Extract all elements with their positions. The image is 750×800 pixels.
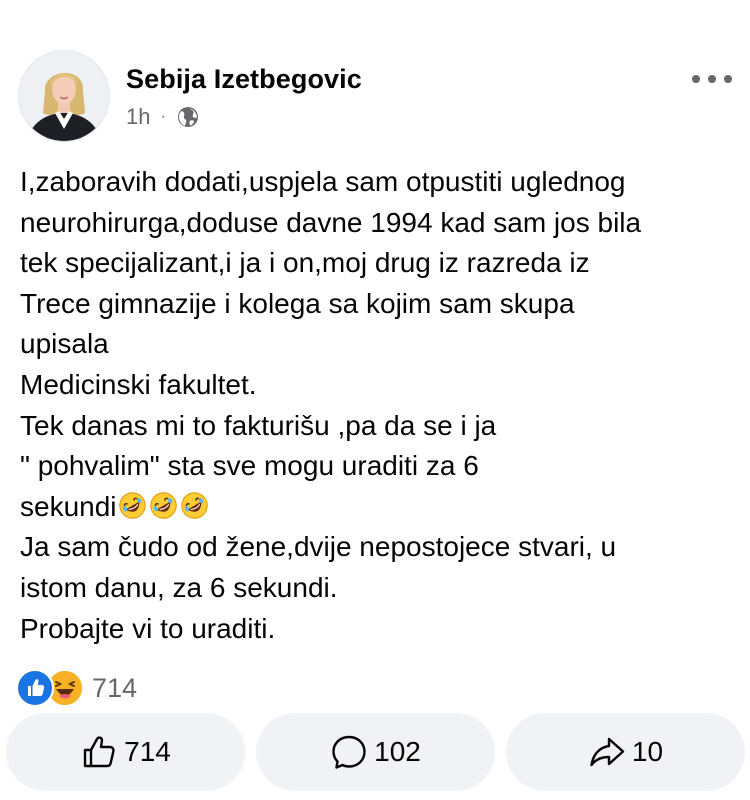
more-horizontal-icon — [692, 75, 700, 83]
more-dot — [708, 75, 716, 83]
rolling-on-floor-laughing-emoji — [149, 492, 177, 519]
post-time[interactable]: 1h — [126, 104, 150, 130]
share-arrow-icon — [590, 737, 625, 767]
post-line-text: sekundi — [20, 490, 117, 522]
post-line: istom danu, za 6 sekundi. — [20, 571, 338, 603]
post-line: Tek danas mi to fakturišu ,pa da se i ja — [20, 409, 497, 441]
reaction-count: 714 — [92, 672, 138, 703]
reactions-summary[interactable]: 714 — [16, 669, 138, 707]
share-count: 10 — [631, 736, 664, 767]
post-line: " pohvalim" sta sve mogu uraditi za 6 — [20, 450, 479, 482]
globe-icon[interactable] — [176, 105, 200, 129]
avatar-photo — [19, 51, 109, 141]
rolling-on-floor-laughing-emoji — [118, 492, 146, 519]
share-button[interactable]: 10 — [506, 713, 745, 791]
thumbs-up-icon — [83, 736, 115, 768]
post-line: I,zaboravih dodati,uspjela sam otpustiti… — [20, 166, 626, 197]
like-button[interactable]: 714 — [6, 713, 245, 791]
post-line: upisala — [20, 328, 109, 360]
post-header: Sebija Izetbegovic 1h · — [0, 0, 750, 150]
post-line: Probajte vi to uraditi. — [20, 612, 276, 644]
emoji-row — [118, 491, 211, 520]
post-line: Medicinski fakultet. — [20, 368, 257, 400]
like-reaction-icon — [16, 669, 54, 707]
like-count: 714 — [124, 736, 171, 767]
post-line: Ja sam čudo od žene,dvije nepostojece st… — [20, 531, 617, 563]
post-meta: 1h · — [126, 103, 200, 131]
action-bar: 714 102 10 — [6, 713, 745, 791]
more-options-button[interactable] — [692, 66, 732, 92]
post-line: neurohirurga,doduse davne 1994 kad sam j… — [20, 206, 642, 238]
comment-count: 102 — [374, 736, 421, 767]
rolling-on-floor-laughing-emoji — [180, 492, 208, 519]
post-text: I,zaboravih dodati,uspjela sam otpustiti… — [20, 162, 740, 649]
comment-bubble-icon — [332, 735, 366, 769]
post-line-with-emoji: sekundi — [20, 487, 740, 528]
meta-separator: · — [160, 108, 166, 125]
post-line: Trece gimnazije i kolega sa kojim sam sk… — [20, 287, 575, 319]
author-avatar[interactable] — [18, 50, 110, 142]
author-name[interactable]: Sebija Izetbegovic — [126, 64, 362, 95]
more-dot — [724, 75, 732, 83]
post-line: tek specijalizant,i ja i on,moj drug iz … — [20, 247, 590, 279]
comment-button[interactable]: 102 — [256, 713, 495, 791]
